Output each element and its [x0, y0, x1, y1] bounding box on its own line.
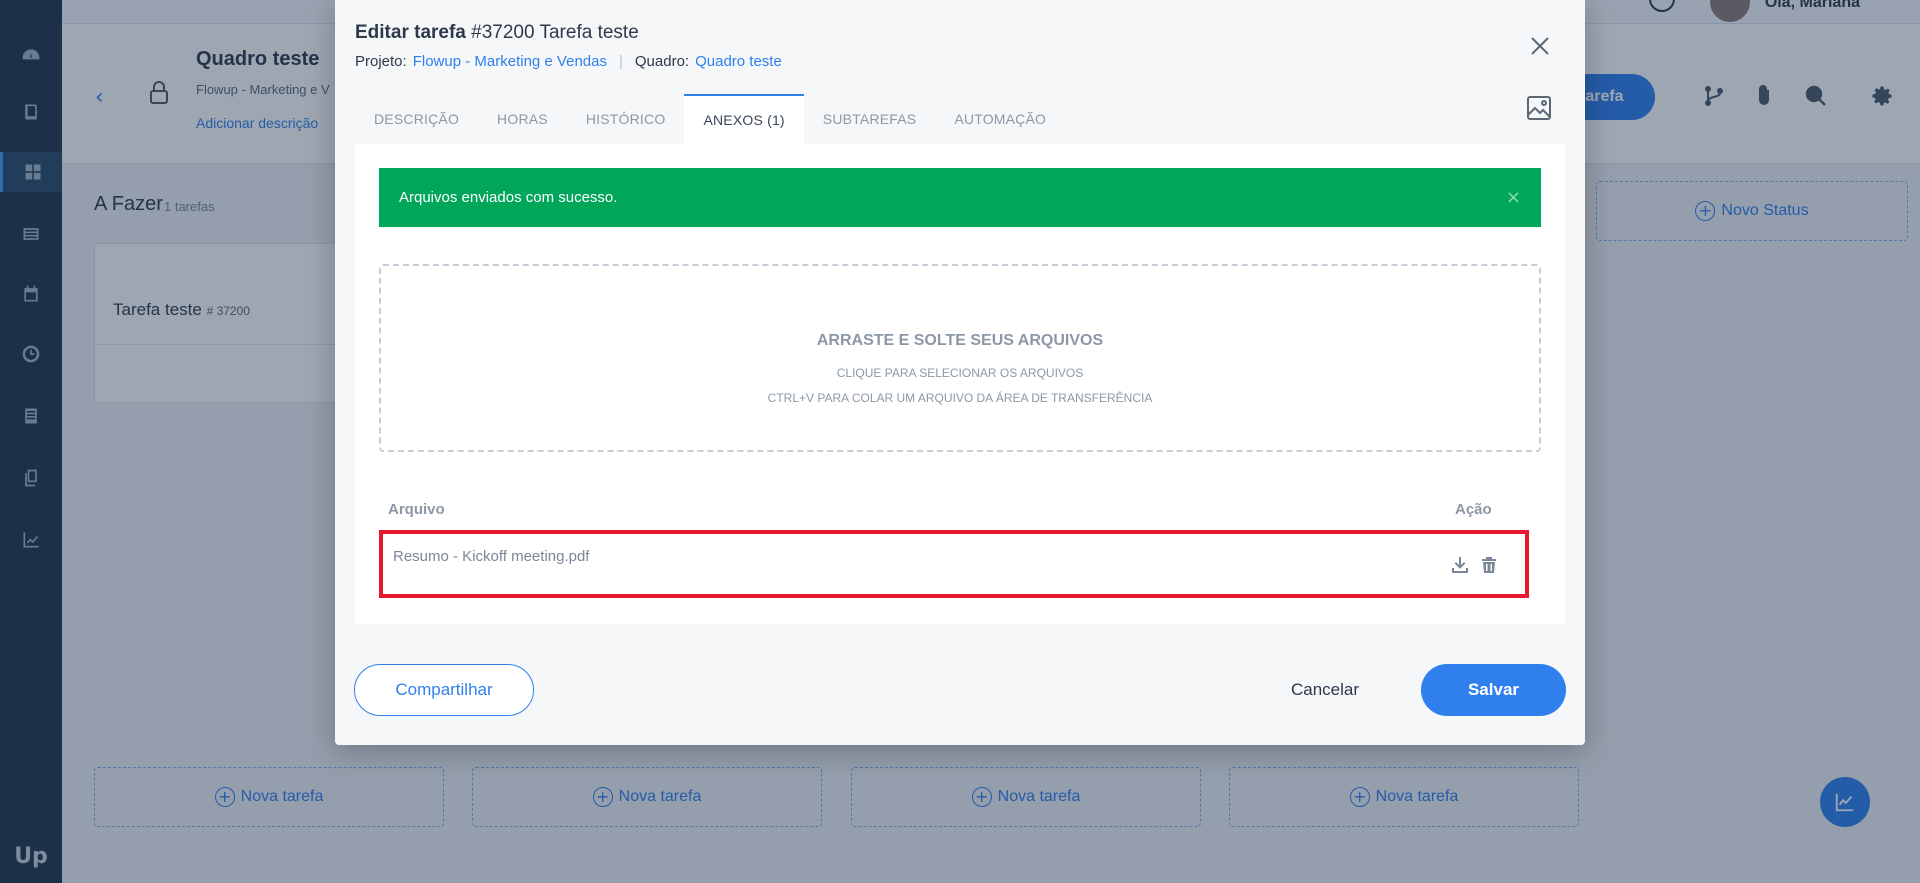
alert-close-icon[interactable]: ×: [1506, 187, 1521, 208]
modal-title-prefix: Editar tarefa: [355, 22, 466, 43]
cancel-button[interactable]: Cancelar: [1270, 664, 1380, 716]
table-row: Resumo - Kickoff meeting.pdf: [379, 530, 1529, 598]
project-link[interactable]: Flowup - Marketing e Vendas: [413, 53, 607, 70]
tab-hours[interactable]: HORAS: [478, 94, 567, 144]
modal-title: Editar tarefa #37200 Tarefa teste: [355, 22, 639, 44]
file-dropzone[interactable]: ARRASTE E SOLTE SEUS ARQUIVOS CLIQUE PAR…: [379, 264, 1541, 452]
save-button[interactable]: Salvar: [1421, 664, 1566, 716]
success-alert: Arquivos enviados com sucesso. ×: [379, 168, 1541, 227]
attachment-file-name[interactable]: Resumo - Kickoff meeting.pdf: [393, 548, 589, 565]
board-link[interactable]: Quadro teste: [695, 53, 782, 70]
close-modal-button[interactable]: [1528, 34, 1552, 58]
dropzone-hint-paste: CTRL+V PARA COLAR UM ARQUIVO DA ÁREA DE …: [767, 391, 1153, 405]
tab-attachments[interactable]: ANEXOS (1): [684, 94, 804, 144]
attachments-pane: Arquivos enviados com sucesso. × ARRASTE…: [355, 144, 1565, 624]
share-button[interactable]: Compartilhar: [354, 664, 534, 716]
download-icon: [1452, 557, 1468, 573]
tab-description[interactable]: DESCRIÇÃO: [355, 94, 478, 144]
board-label: Quadro:: [634, 53, 690, 70]
delete-button[interactable]: [1480, 556, 1500, 576]
column-header-file: Arquivo: [388, 501, 445, 518]
column-header-action: Ação: [1455, 501, 1492, 518]
modal-tabs: DESCRIÇÃO HORAS HISTÓRICO ANEXOS (1) SUB…: [355, 94, 1065, 144]
download-button[interactable]: [1451, 556, 1471, 576]
image-icon: [1527, 96, 1551, 120]
close-icon: [1531, 37, 1549, 55]
cover-image-button[interactable]: [1525, 94, 1553, 122]
dropzone-title: ARRASTE E SOLTE SEUS ARQUIVOS: [816, 332, 1104, 349]
dropzone-hint-select: CLIQUE PARA SELECIONAR OS ARQUIVOS: [836, 366, 1084, 380]
meta-separator: |: [618, 53, 623, 70]
edit-task-modal: Editar tarefa #37200 Tarefa teste Projet…: [335, 0, 1585, 745]
tab-automation[interactable]: AUTOMAÇÃO: [935, 94, 1065, 144]
success-alert-text: Arquivos enviados com sucesso.: [399, 189, 618, 206]
project-label: Projeto:: [355, 53, 407, 70]
tab-history[interactable]: HISTÓRICO: [567, 94, 685, 144]
tab-subtasks[interactable]: SUBTAREFAS: [804, 94, 936, 144]
modal-meta: Projeto: Flowup - Marketing e Vendas | Q…: [355, 53, 782, 70]
trash-icon: [1482, 557, 1496, 573]
modal-title-task: #37200 Tarefa teste: [471, 22, 639, 43]
